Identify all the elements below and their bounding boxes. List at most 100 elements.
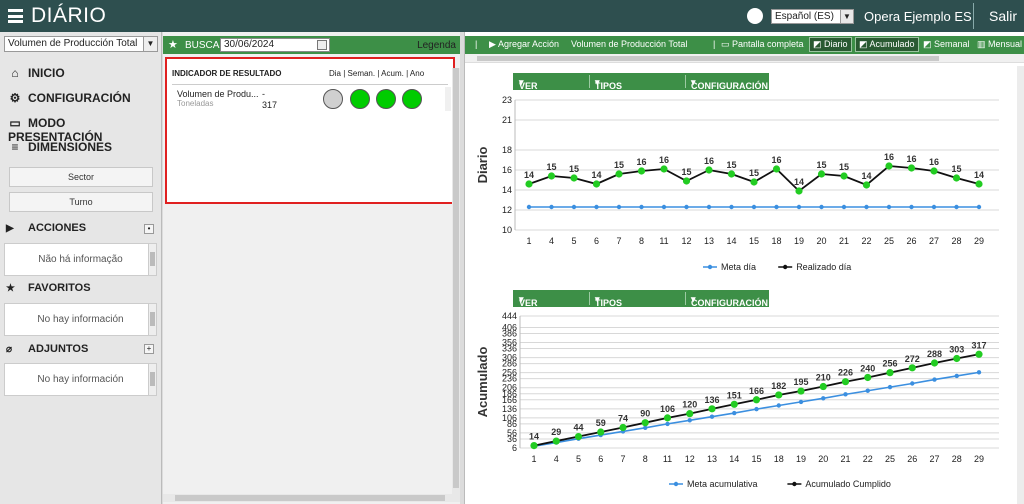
target-point <box>776 403 781 408</box>
data-point <box>708 405 716 413</box>
chart-config-menu[interactable]: CONFIGURACIÓN ▾ <box>691 77 768 91</box>
data-point <box>907 164 916 172</box>
settings-icon[interactable]: • <box>144 224 154 234</box>
section-adjuntos[interactable]: ⌀ ADJUNTOS <box>6 343 88 355</box>
section-label: FAVORITOS <box>28 282 91 294</box>
star-icon: ★ <box>6 283 15 294</box>
scrollbar[interactable] <box>148 304 156 335</box>
x-tick-label: 18 <box>771 236 781 246</box>
data-label: 136 <box>704 395 719 405</box>
data-label: 14 <box>974 170 984 180</box>
data-point <box>663 414 672 422</box>
tab-monthly[interactable]: ▥ Mensual <box>977 39 1022 50</box>
data-label: 166 <box>749 386 764 396</box>
table-scrollbar[interactable] <box>445 87 451 111</box>
tab-daily[interactable]: ◩ Diario <box>809 37 852 52</box>
section-acciones[interactable]: ▶ ACCIONES <box>6 222 86 234</box>
indicator-select[interactable]: Volumen de Producción Total ▼ <box>4 36 158 52</box>
status-week-icon[interactable] <box>350 89 370 109</box>
target-point <box>843 392 848 397</box>
data-point <box>547 172 556 180</box>
target-point <box>954 204 959 210</box>
dimension-sector-button[interactable]: Sector <box>9 167 153 187</box>
tab-daily-label: Diario <box>824 39 848 49</box>
tab-weekly-label: Semanal <box>934 39 970 49</box>
indicator-name[interactable]: Volumen de Produ... <box>177 89 259 99</box>
star-icon[interactable]: ★ <box>168 38 178 51</box>
fullscreen-button[interactable]: ▭ Pantalla completa <box>721 39 804 50</box>
dimension-turno-button[interactable]: Turno <box>9 192 153 212</box>
legend-label: Meta día <box>721 262 756 272</box>
empty-message: No hay información <box>37 314 124 325</box>
data-point <box>908 364 916 372</box>
x-tick-label: 8 <box>639 236 644 246</box>
vertical-scrollbar[interactable] <box>1017 66 1024 504</box>
target-point <box>751 204 757 210</box>
sidebar-item-configuracion[interactable]: ⚙ CONFIGURACIÓN <box>8 91 131 105</box>
y-tick-label: 23 <box>502 95 512 105</box>
vertical-scrollbar[interactable] <box>452 68 460 502</box>
chart-config-menu[interactable]: CONFIGURACIÓN ▾ <box>691 294 768 308</box>
home-icon: ⌂ <box>11 66 19 80</box>
view-values-menu[interactable]: VER VALORES ▾ <box>519 77 562 101</box>
x-tick-label: 7 <box>616 236 621 246</box>
language-select[interactable]: Español (ES) ▼ <box>771 9 854 24</box>
tab-cumulative[interactable]: ◩ Acumulado <box>855 37 919 52</box>
divider <box>973 3 974 29</box>
indicator-unit: Toneladas <box>177 99 214 108</box>
data-label: 106 <box>660 404 675 414</box>
horizontal-scrollbar[interactable] <box>465 54 1024 63</box>
tab-weekly[interactable]: ◩ Semanal <box>923 39 970 50</box>
chart-types-menu[interactable]: TIPOS DE GRÁFICO ▾ <box>595 77 637 111</box>
sidebar: Volumen de Producción Total ▼ ⌂ INICIO ⚙ CO… <box>0 32 162 504</box>
data-point <box>552 437 560 445</box>
section-favoritos[interactable]: ★ FAVORITOS <box>6 282 91 294</box>
data-label: 14 <box>591 170 601 180</box>
x-tick-label: 6 <box>598 454 603 464</box>
globe-icon <box>747 8 763 24</box>
target-point <box>639 204 644 210</box>
target-point <box>932 377 937 382</box>
scrollbar[interactable] <box>148 244 156 275</box>
chart-toolbar: | ▶ Agregar Acción Volumen de Producción… <box>465 36 1024 54</box>
add-action-button[interactable]: ▶ Agregar Acción <box>489 39 559 50</box>
target-point <box>754 406 759 412</box>
chart-menu-daily: VER VALORES ▾ TIPOS DE GRÁFICO ▾ CONFIGU… <box>513 73 769 111</box>
date-input[interactable]: 30/06/2024 <box>220 38 330 52</box>
sidebar-item-label: CONFIGURACIÓN <box>28 91 131 105</box>
empty-message: No hay información <box>37 374 124 385</box>
monitor-icon: ▭ <box>9 116 21 130</box>
fullscreen-label: Pantalla completa <box>732 39 804 49</box>
sidebar-item-inicio[interactable]: ⌂ INICIO <box>8 66 64 80</box>
y-axis-title: Acumulado <box>475 347 490 418</box>
x-tick-label: 20 <box>816 236 826 246</box>
data-label: 303 <box>949 344 964 354</box>
x-tick-label: 11 <box>663 454 672 464</box>
menu-icon[interactable] <box>8 9 23 23</box>
add-icon[interactable]: + <box>144 344 154 354</box>
x-tick-label: 20 <box>818 454 828 464</box>
scrollbar[interactable] <box>148 364 156 395</box>
view-values-menu[interactable]: VER VALORES ▾ <box>519 294 562 318</box>
status-day-icon[interactable] <box>323 89 343 109</box>
data-label: 14 <box>861 171 871 181</box>
horizontal-scrollbar[interactable] <box>163 494 452 502</box>
data-point <box>619 423 627 432</box>
status-cumulative-icon[interactable] <box>376 89 396 109</box>
data-point <box>641 419 649 427</box>
target-point <box>687 418 692 423</box>
target-point <box>709 414 715 419</box>
data-label: 182 <box>771 381 786 391</box>
x-tick-label: 29 <box>974 454 984 464</box>
divider <box>685 75 686 88</box>
sidebar-item-dimensiones[interactable]: ≡ DIMENSIONES <box>8 140 112 154</box>
data-label: 256 <box>882 359 897 369</box>
chart-menu-cumulative: VER VALORES ▾ TIPOS DE GRÁFICO ▾ CONFIGU… <box>513 290 769 328</box>
calendar-icon[interactable] <box>317 40 327 50</box>
status-year-icon[interactable] <box>402 89 422 109</box>
data-label: 16 <box>884 152 894 162</box>
logout-button[interactable]: Salir <box>989 8 1017 24</box>
chart-types-menu[interactable]: TIPOS DE GRÁFICO ▾ <box>595 294 637 328</box>
legend-link[interactable]: Legenda <box>417 40 456 51</box>
data-point <box>841 378 850 386</box>
